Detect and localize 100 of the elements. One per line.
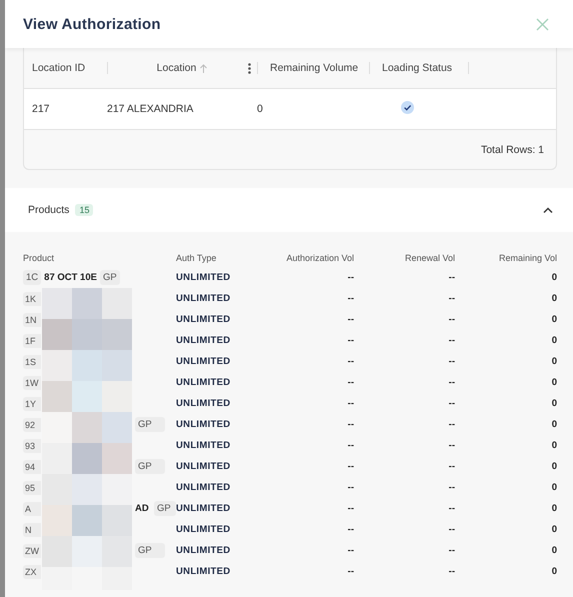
table-cell-text: UNLIMITED bbox=[176, 398, 232, 409]
table-cell-text: -- bbox=[448, 356, 455, 367]
product-tag: GP bbox=[135, 543, 166, 558]
total-rows-label: Total Rows: 1 bbox=[480, 144, 544, 156]
table-cell-text: 0 bbox=[550, 524, 557, 535]
product-code: 1K bbox=[23, 292, 41, 306]
table-cell-text: -- bbox=[346, 461, 354, 472]
table-cell-text: 0 bbox=[550, 503, 557, 514]
table-cell-text: UNLIMITED bbox=[176, 356, 232, 367]
table-cell-text: -- bbox=[346, 524, 354, 535]
product-code: 1C bbox=[23, 270, 42, 285]
product-code: 1Y bbox=[23, 396, 41, 410]
table-cell-text: -- bbox=[346, 314, 354, 325]
table-cell-text: 217 ALEXANDRIA bbox=[107, 103, 194, 115]
column-header[interactable]: Loading Status bbox=[382, 62, 452, 74]
table-cell-text: -- bbox=[448, 314, 455, 325]
table-cell-text: 0 bbox=[550, 482, 557, 493]
table-cell-text: -- bbox=[346, 398, 354, 409]
product-tag: GP bbox=[154, 501, 176, 516]
product-code: 95 bbox=[23, 480, 41, 494]
section-title: Products bbox=[28, 204, 70, 216]
table-cell-text: UNLIMITED bbox=[176, 566, 232, 577]
table-cell-text: 0 bbox=[550, 272, 557, 283]
product-code: A bbox=[23, 502, 41, 516]
table-cell-text: UNLIMITED bbox=[176, 377, 232, 388]
table-cell-text: -- bbox=[346, 377, 354, 388]
table-cell-text: -- bbox=[346, 356, 354, 367]
table-cell-text: 0 bbox=[550, 377, 557, 388]
table-cell-text: -- bbox=[346, 503, 354, 514]
table-cell-text: UNLIMITED bbox=[176, 482, 232, 493]
table-cell-text: -- bbox=[448, 419, 455, 430]
product-code: N bbox=[23, 522, 41, 536]
product-code: ZW bbox=[23, 544, 41, 558]
table-cell-text: -- bbox=[346, 293, 354, 304]
column-header: Renewal Vol bbox=[404, 253, 455, 263]
count-badge: 15 bbox=[75, 204, 94, 216]
product-code: ZX bbox=[23, 564, 41, 578]
table-cell-text: -- bbox=[448, 461, 455, 472]
window-title: View Authorization bbox=[23, 16, 161, 32]
table-cell-text: -- bbox=[346, 272, 354, 283]
product-tag: GP bbox=[135, 417, 166, 432]
table-cell-text: -- bbox=[448, 293, 455, 304]
table-cell-text: -- bbox=[448, 440, 455, 451]
table-cell-text: -- bbox=[448, 377, 455, 388]
table-cell-text: -- bbox=[448, 272, 455, 283]
table-cell-text: UNLIMITED bbox=[176, 272, 232, 283]
table-cell-text: 0 bbox=[550, 335, 557, 346]
column-header: Authorization Vol bbox=[285, 253, 354, 263]
table-cell-text: 0 bbox=[550, 440, 557, 451]
table-cell-text: UNLIMITED bbox=[176, 524, 232, 535]
product-code: 93 bbox=[23, 438, 41, 452]
product-code: 94 bbox=[23, 460, 41, 474]
table-cell-text: 0 bbox=[550, 545, 557, 556]
product-name: 87 OCT 10E bbox=[44, 272, 97, 283]
table-cell-text: -- bbox=[346, 545, 354, 556]
product-code: 1W bbox=[23, 376, 41, 390]
column-header[interactable]: Remaining Volume bbox=[270, 62, 358, 74]
product-tag: GP bbox=[135, 459, 166, 474]
table-cell-text: -- bbox=[448, 335, 455, 346]
column-header: Product bbox=[23, 253, 56, 263]
table-cell-text: -- bbox=[448, 398, 455, 409]
table-cell-text: -- bbox=[448, 503, 455, 514]
kebab-menu-icon[interactable] bbox=[248, 62, 251, 74]
table-cell-text: 0 bbox=[550, 419, 557, 430]
table-cell-text: -- bbox=[448, 482, 455, 493]
table-cell-text: 0 bbox=[257, 103, 264, 115]
table-cell-text: UNLIMITED bbox=[176, 503, 232, 514]
column-header[interactable]: Location bbox=[156, 62, 196, 74]
table-cell-text: 0 bbox=[550, 356, 557, 367]
table-cell-text: UNLIMITED bbox=[176, 461, 232, 472]
table-cell-text: -- bbox=[448, 524, 455, 535]
table-cell-text: UNLIMITED bbox=[176, 335, 232, 346]
column-header: Auth Type bbox=[176, 253, 218, 263]
table-cell-text: UNLIMITED bbox=[176, 293, 232, 304]
table-cell-text: -- bbox=[346, 335, 354, 346]
product-name: AD bbox=[135, 503, 150, 514]
chevron-up-icon[interactable] bbox=[543, 207, 553, 213]
table-cell-text: -- bbox=[346, 566, 354, 577]
table-cell-text: 0 bbox=[550, 314, 557, 325]
product-tag: GP bbox=[100, 270, 120, 285]
table-cell-text: 0 bbox=[550, 566, 557, 577]
product-code: 1N bbox=[23, 312, 41, 326]
table-cell-text: UNLIMITED bbox=[176, 314, 232, 325]
table-cell-text: -- bbox=[346, 440, 354, 451]
table-cell-text: -- bbox=[346, 419, 354, 430]
table-cell-text: UNLIMITED bbox=[176, 419, 232, 430]
table-cell-text: 0 bbox=[550, 293, 557, 304]
column-header: Remaining Vol bbox=[498, 253, 557, 263]
table-cell-text: UNLIMITED bbox=[176, 440, 232, 451]
table-cell-text: 0 bbox=[550, 461, 557, 472]
table-cell-text: -- bbox=[448, 545, 455, 556]
product-code: 92 bbox=[23, 418, 41, 432]
product-code: 1S bbox=[23, 354, 41, 368]
table-cell-text: -- bbox=[448, 566, 455, 577]
table-cell-text: 0 bbox=[550, 398, 557, 409]
table-cell-text: 217 bbox=[32, 103, 51, 115]
column-header[interactable]: Location ID bbox=[32, 62, 86, 74]
table-cell-text: UNLIMITED bbox=[176, 545, 232, 556]
product-code: 1F bbox=[23, 334, 41, 348]
table-cell-text: -- bbox=[346, 482, 354, 493]
